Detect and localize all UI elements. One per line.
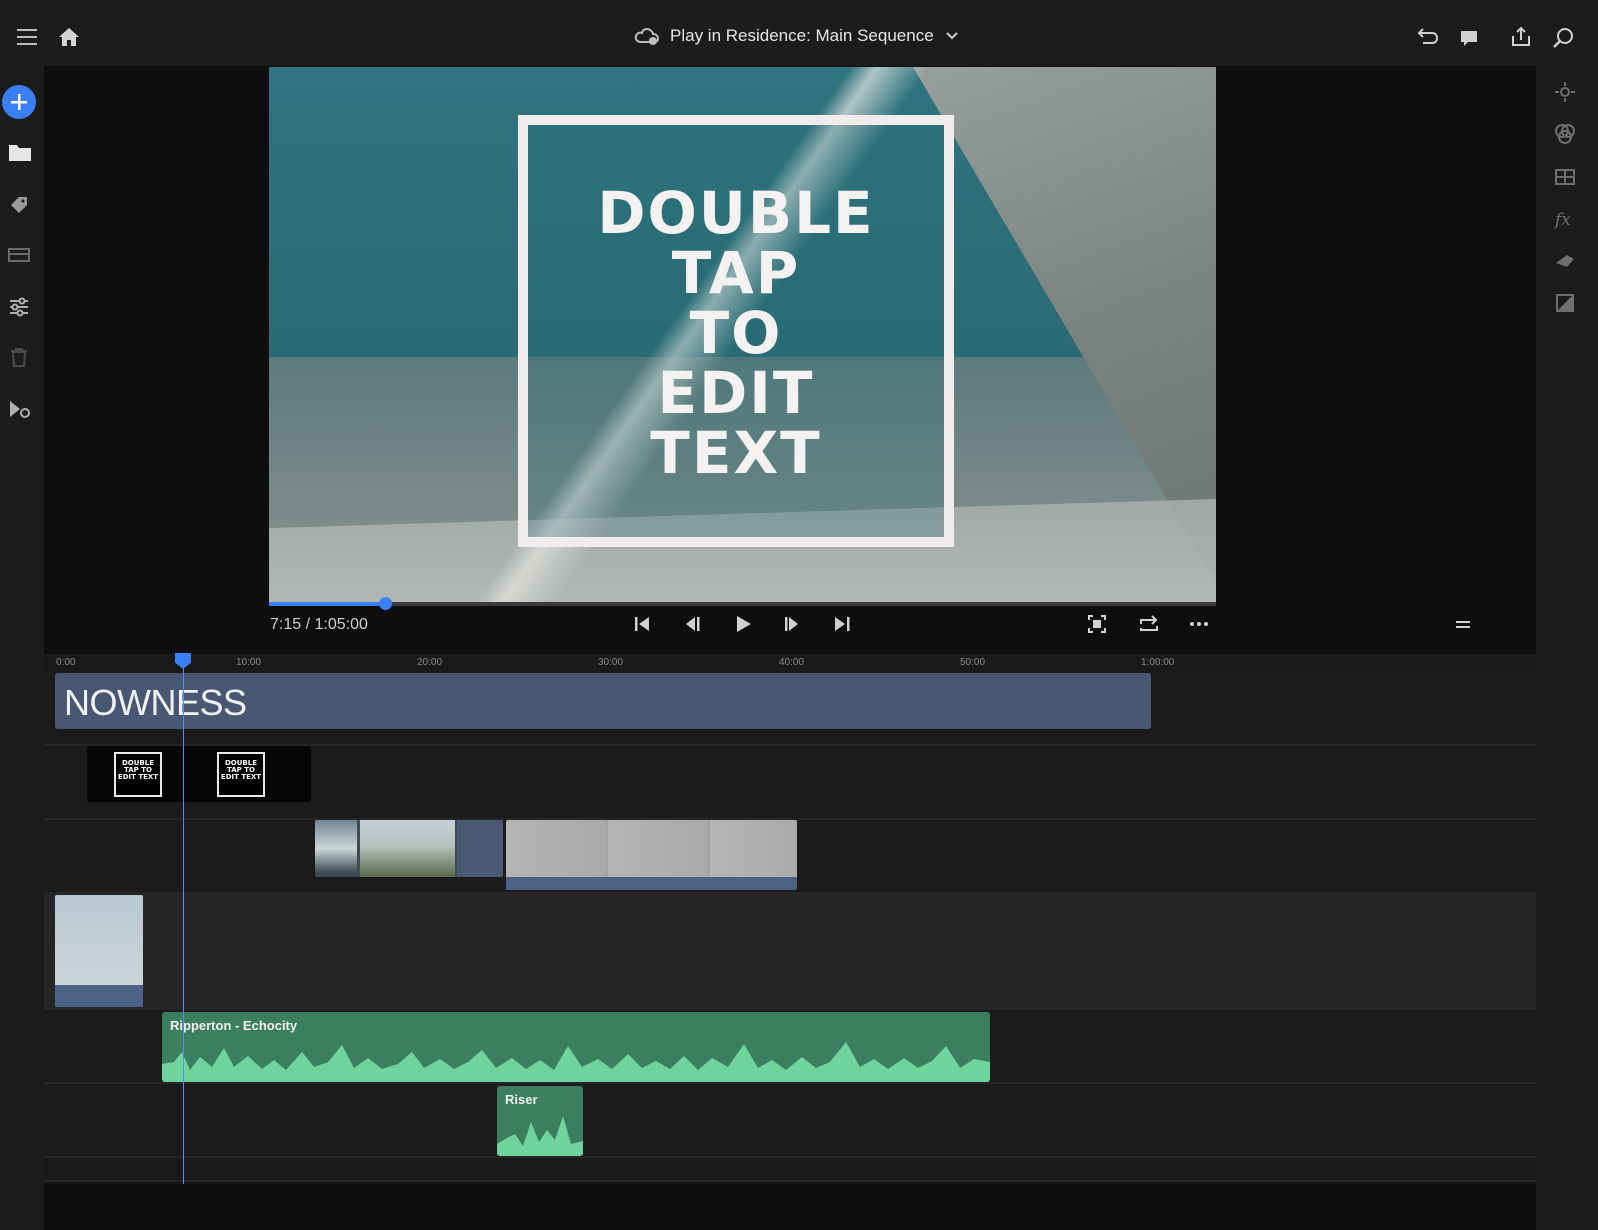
track-v1	[44, 894, 1536, 1010]
search-icon[interactable]	[1553, 27, 1579, 53]
undo-icon[interactable]	[1415, 27, 1441, 53]
title-clip[interactable]: DOUBLE TAP TO EDIT TEXT DOUBLE TAP TO ED…	[87, 746, 311, 802]
ruler-label: 40:00	[779, 657, 805, 668]
skip-end-icon[interactable]	[832, 614, 856, 638]
video-clip[interactable]	[315, 820, 503, 877]
ruler-label: 1:00:00	[1141, 657, 1175, 668]
waveform	[497, 1116, 583, 1156]
transform-icon[interactable]	[1553, 165, 1579, 191]
fit-screen-icon[interactable]	[1087, 614, 1111, 638]
contrast-icon[interactable]	[1553, 291, 1579, 317]
nowness-clip[interactable]: NOWNESS	[55, 673, 1151, 729]
sliders-icon[interactable]	[8, 296, 36, 324]
clip-label: NOWNESS	[64, 682, 247, 723]
title-line: DOUBLE	[597, 179, 875, 247]
scrub-bar[interactable]	[269, 597, 1216, 610]
sequence-title: Play in Residence: Main Sequence	[670, 26, 934, 45]
tag-icon[interactable]	[8, 194, 36, 222]
top-bar: Play in Residence: Main Sequence	[0, 0, 1598, 66]
title-thumbnail: DOUBLE TAP TO EDIT TEXT	[217, 752, 265, 797]
title-overlay[interactable]: DOUBLE TAP TO EDIT TEXT	[518, 115, 954, 547]
color-circles-icon[interactable]	[1553, 122, 1579, 148]
loop-icon[interactable]	[1138, 614, 1162, 638]
skip-start-icon[interactable]	[632, 614, 656, 638]
track-empty	[44, 1158, 1536, 1182]
cloud-sync-icon	[634, 26, 660, 46]
properties-icon[interactable]	[1553, 80, 1579, 106]
home-icon[interactable]	[58, 27, 84, 53]
step-back-icon[interactable]	[682, 614, 706, 638]
scrub-progress	[269, 602, 385, 606]
share-icon[interactable]	[1510, 26, 1536, 52]
step-forward-icon[interactable]	[782, 614, 806, 638]
add-track-icon[interactable]	[8, 398, 36, 426]
folder-icon[interactable]	[8, 142, 36, 170]
scrub-handle[interactable]	[378, 597, 392, 610]
trash-icon[interactable]	[8, 346, 36, 374]
hamburger-menu-icon[interactable]	[16, 27, 42, 53]
video-clip[interactable]	[506, 820, 797, 890]
fx-icon[interactable]: fx	[1553, 207, 1579, 233]
title-card-icon[interactable]	[8, 246, 36, 274]
title-line: TO	[689, 299, 783, 367]
playhead-line	[183, 668, 184, 1184]
title-line: EDIT	[657, 359, 815, 427]
audio-clip[interactable]: Riser	[497, 1086, 583, 1156]
chevron-down-icon	[945, 32, 958, 40]
right-toolbar	[1536, 66, 1598, 1230]
audio-clip[interactable]: Ripperton - Echocity	[162, 1012, 990, 1082]
video-clip[interactable]	[55, 895, 143, 1007]
more-horizontal-icon[interactable]	[1188, 614, 1212, 638]
speed-icon[interactable]	[1553, 249, 1579, 275]
plus-icon[interactable]	[2, 85, 36, 119]
ruler-label: 50:00	[960, 657, 986, 668]
title-thumbnail: DOUBLE TAP TO EDIT TEXT	[114, 752, 162, 797]
ruler-label: 0:00	[56, 657, 76, 668]
video-preview[interactable]: DOUBLE TAP TO EDIT TEXT	[269, 67, 1216, 603]
timecode: 7:15 / 1:05:00	[270, 616, 368, 633]
sequence-selector[interactable]: Play in Residence: Main Sequence	[634, 26, 958, 46]
equals-icon[interactable]	[1455, 614, 1479, 638]
comment-icon[interactable]	[1459, 28, 1485, 54]
ruler-label: 20:00	[417, 657, 443, 668]
ruler-label: 10:00	[236, 657, 262, 668]
waveform	[162, 1042, 990, 1082]
svg-text:fx: fx	[1553, 210, 1571, 230]
title-line: TEXT	[650, 419, 822, 487]
ruler-label: 30:00	[598, 657, 624, 668]
track-a2	[44, 1084, 1536, 1158]
left-toolbar	[0, 66, 44, 1230]
title-text: DOUBLE TAP TO EDIT TEXT	[528, 183, 944, 483]
title-line: TAP	[671, 239, 801, 307]
play-icon[interactable]	[733, 614, 757, 638]
